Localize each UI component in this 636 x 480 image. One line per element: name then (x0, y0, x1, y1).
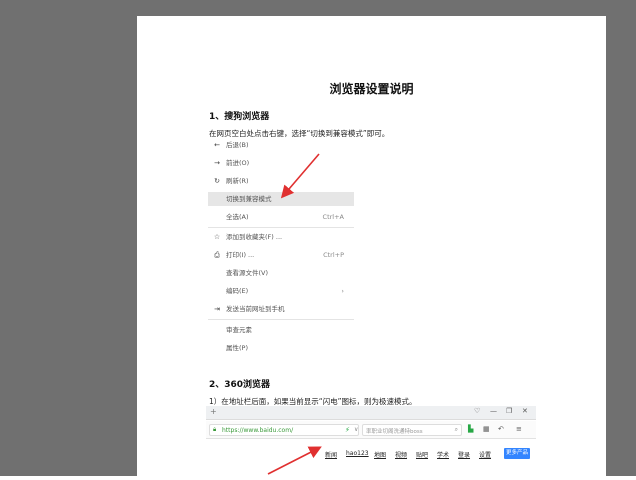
document-page: 浏览器设置说明 1、搜狗浏览器 在网页空白处点击右键，选择“切换到兼容模式”即可… (137, 16, 606, 476)
arrow-to-lightning-icon (267, 446, 322, 475)
arrow-to-compat-mode (280, 153, 320, 199)
annotation-arrows (267, 153, 322, 475)
